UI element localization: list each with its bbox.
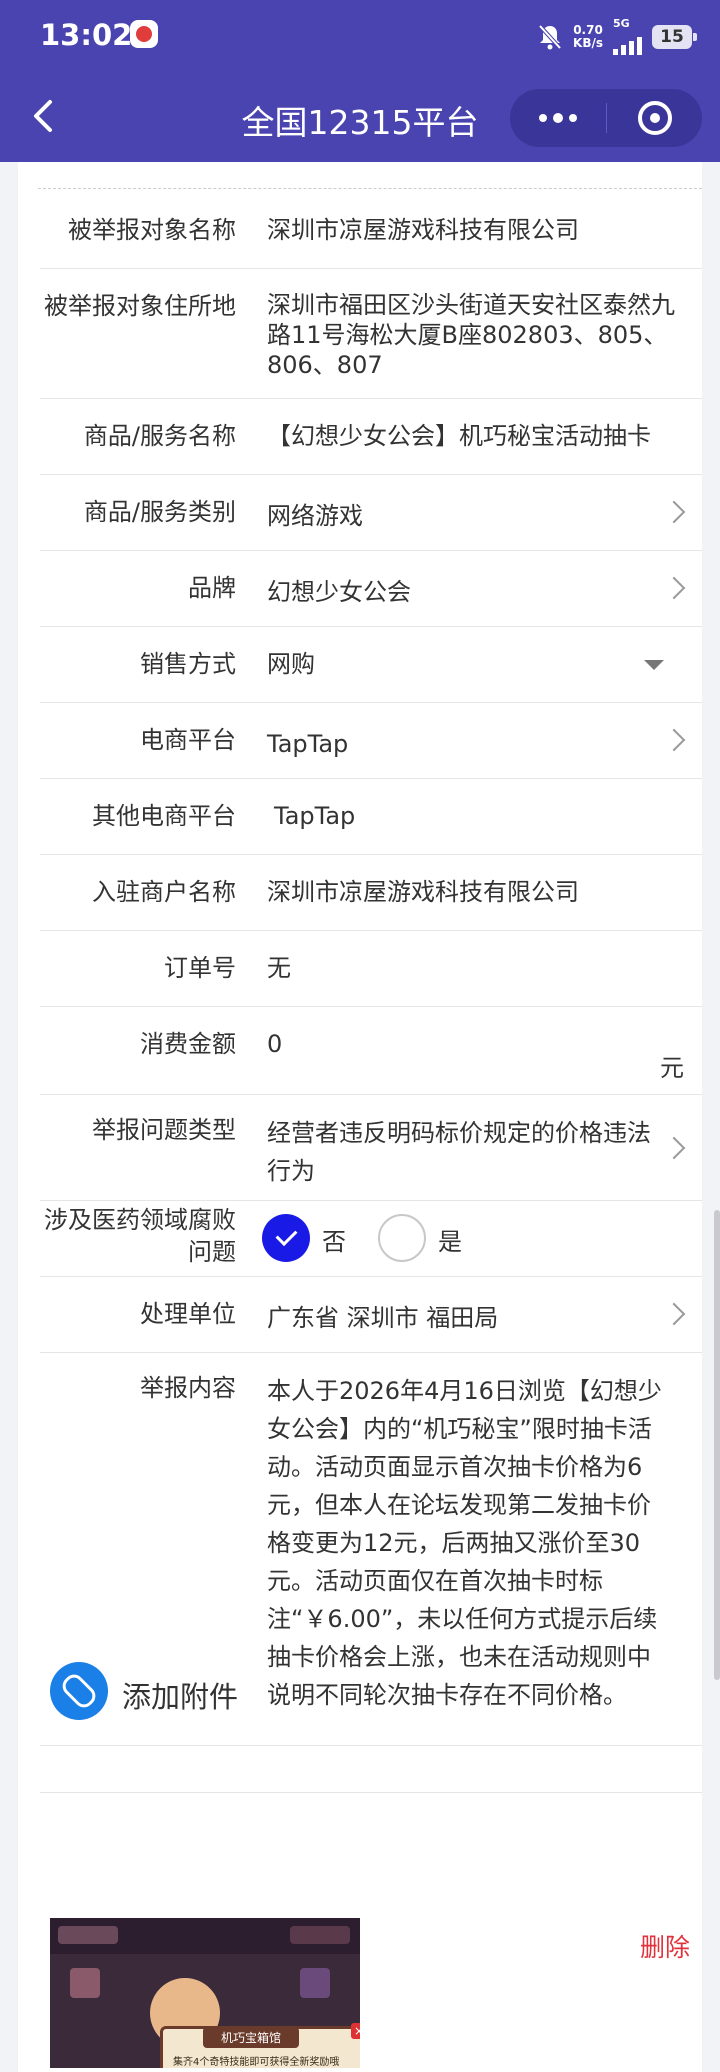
field-value: 经营者违反明码标价规定的价格违法行为 — [267, 1119, 651, 1185]
field-value: 深圳市凉屋游戏科技有限公司 — [267, 216, 579, 244]
form-row-handling-unit[interactable]: 处理单位 广东省 深圳市 福田局 — [40, 1276, 702, 1353]
field-label: 被举报对象住所地 — [44, 292, 236, 320]
radio-no-label: 否 — [322, 1228, 346, 1256]
add-attachment-label: 添加附件 — [122, 1680, 239, 1714]
dashed-divider — [38, 188, 702, 189]
field-label: 处理单位 — [140, 1300, 236, 1328]
field-label: 被举报对象名称 — [68, 216, 236, 244]
thumbnail-close-icon: × — [351, 2023, 360, 2039]
battery-icon: 15 — [652, 24, 697, 49]
status-right: 0.70 KB/s 5G 15 — [537, 18, 697, 55]
radio-no-checked-icon[interactable] — [262, 1214, 310, 1262]
dropdown-caret-icon — [644, 660, 664, 670]
field-value: 无 — [267, 954, 291, 982]
field-label: 其他电商平台 — [92, 802, 236, 830]
status-bar: 13:02 0.70 KB/s 5G 15 — [0, 0, 720, 70]
app-notification-icon — [130, 20, 158, 48]
amount-unit: 元 — [660, 1054, 684, 1082]
field-label: 举报问题类型 — [92, 1116, 236, 1144]
form-row-issue-type[interactable]: 举报问题类型 经营者违反明码标价规定的价格违法行为 — [40, 1094, 702, 1201]
thumbnail-dialog: 机巧宝箱馆 × 集齐4个奇特技能即可获得全新奖励哦 — [160, 2023, 360, 2068]
form-row-merchant-name[interactable]: 入驻商户名称 深圳市凉屋游戏科技有限公司 — [40, 854, 702, 931]
form-row-ecommerce-platform[interactable]: 电商平台 TapTap — [40, 702, 702, 779]
thumbnail-decor — [290, 1926, 350, 1944]
radio-yes-label: 是 — [438, 1228, 462, 1256]
field-value: 网购 — [267, 650, 315, 678]
field-value: 深圳市福田区沙头街道天安社区泰然九路11号海松大厦B座802803、805、80… — [267, 291, 675, 379]
signal-bars-icon — [613, 29, 642, 55]
form-row-product-category[interactable]: 商品/服务类别 网络游戏 — [40, 474, 702, 551]
attachment-thumbnail[interactable]: 机巧宝箱馆 × 集齐4个奇特技能即可获得全新奖励哦 — [50, 1918, 360, 2068]
thumbnail-decor — [58, 1926, 118, 1944]
field-value: TapTap — [274, 802, 356, 830]
network-type: 5G — [613, 17, 630, 30]
form-row-product-name[interactable]: 商品/服务名称 【幻想少女公会】机巧秘宝活动抽卡 — [40, 398, 702, 475]
field-value: TapTap — [267, 730, 349, 758]
field-label: 消费金额 — [140, 1030, 236, 1058]
field-value: 网络游戏 — [267, 502, 363, 530]
form-row-amount[interactable]: 消费金额 0 元 — [40, 1006, 702, 1095]
net-speed-value: 0.70 — [573, 22, 603, 37]
more-icon[interactable] — [510, 89, 606, 147]
miniapp-capsule — [510, 89, 702, 147]
thumbnail-dialog-text: 集齐4个奇特技能即可获得全新奖励哦 — [173, 2057, 340, 2068]
form-row-target-address[interactable]: 被举报对象住所地 深圳市福田区沙头街道天安社区泰然九路11号海松大厦B座8028… — [40, 268, 702, 399]
field-label: 举报内容 — [140, 1374, 236, 1402]
field-label: 商品/服务名称 — [83, 422, 236, 450]
thumbnail-decor — [70, 1968, 100, 1998]
nav-bar: 全国12315平台 — [0, 70, 720, 162]
field-label: 订单号 — [164, 954, 236, 982]
field-value: 幻想少女公会 — [267, 578, 411, 606]
form-row-sales-method[interactable]: 销售方式 网购 — [40, 626, 702, 703]
net-speed: 0.70 KB/s — [573, 22, 603, 50]
field-label: 入驻商户名称 — [92, 878, 236, 906]
form-row-brand[interactable]: 品牌 幻想少女公会 — [40, 550, 702, 627]
status-time: 13:02 — [40, 18, 133, 52]
complaint-form-card: 被举报对象名称 深圳市凉屋游戏科技有限公司 被举报对象住所地 深圳市福田区沙头街… — [18, 162, 702, 2072]
form-row-medical-corruption: 涉及医药领域腐败问题 否 是 — [40, 1200, 702, 1277]
close-miniapp-icon[interactable] — [607, 89, 702, 147]
form-row-target-name[interactable]: 被举报对象名称 深圳市凉屋游戏科技有限公司 — [40, 192, 702, 269]
battery-level: 15 — [660, 26, 684, 47]
field-value: 广东省 深圳市 福田局 — [267, 1304, 499, 1332]
add-attachment-row[interactable]: 添加附件 — [40, 1630, 702, 1746]
field-label: 涉及医药领域腐败问题 — [44, 1206, 236, 1266]
form-row-other-platform[interactable]: 其他电商平台 TapTap — [40, 778, 702, 855]
thumbnail-dialog-title: 机巧宝箱馆 — [203, 2027, 300, 2048]
field-label: 电商平台 — [140, 726, 236, 754]
delete-attachment-button[interactable]: 删除 — [640, 1928, 690, 1964]
field-value: 【幻想少女公会】机巧秘宝活动抽卡 — [267, 422, 651, 450]
chevron-right-icon — [662, 1136, 686, 1160]
thumbnail-decor — [300, 1968, 330, 1998]
net-speed-unit: KB/s — [573, 35, 603, 50]
amount-input[interactable]: 0 — [267, 1028, 678, 1061]
paperclip-icon — [50, 1662, 108, 1720]
field-value: 深圳市凉屋游戏科技有限公司 — [267, 878, 579, 906]
form-row-order-number[interactable]: 订单号 无 — [40, 930, 702, 1007]
field-label: 品牌 — [188, 574, 236, 602]
signal: 5G — [613, 18, 642, 55]
mute-bell-icon — [538, 24, 562, 49]
radio-yes[interactable] — [378, 1214, 426, 1262]
field-label: 商品/服务类别 — [83, 498, 236, 526]
scrollbar[interactable] — [714, 1210, 720, 1680]
field-label: 销售方式 — [140, 650, 236, 678]
